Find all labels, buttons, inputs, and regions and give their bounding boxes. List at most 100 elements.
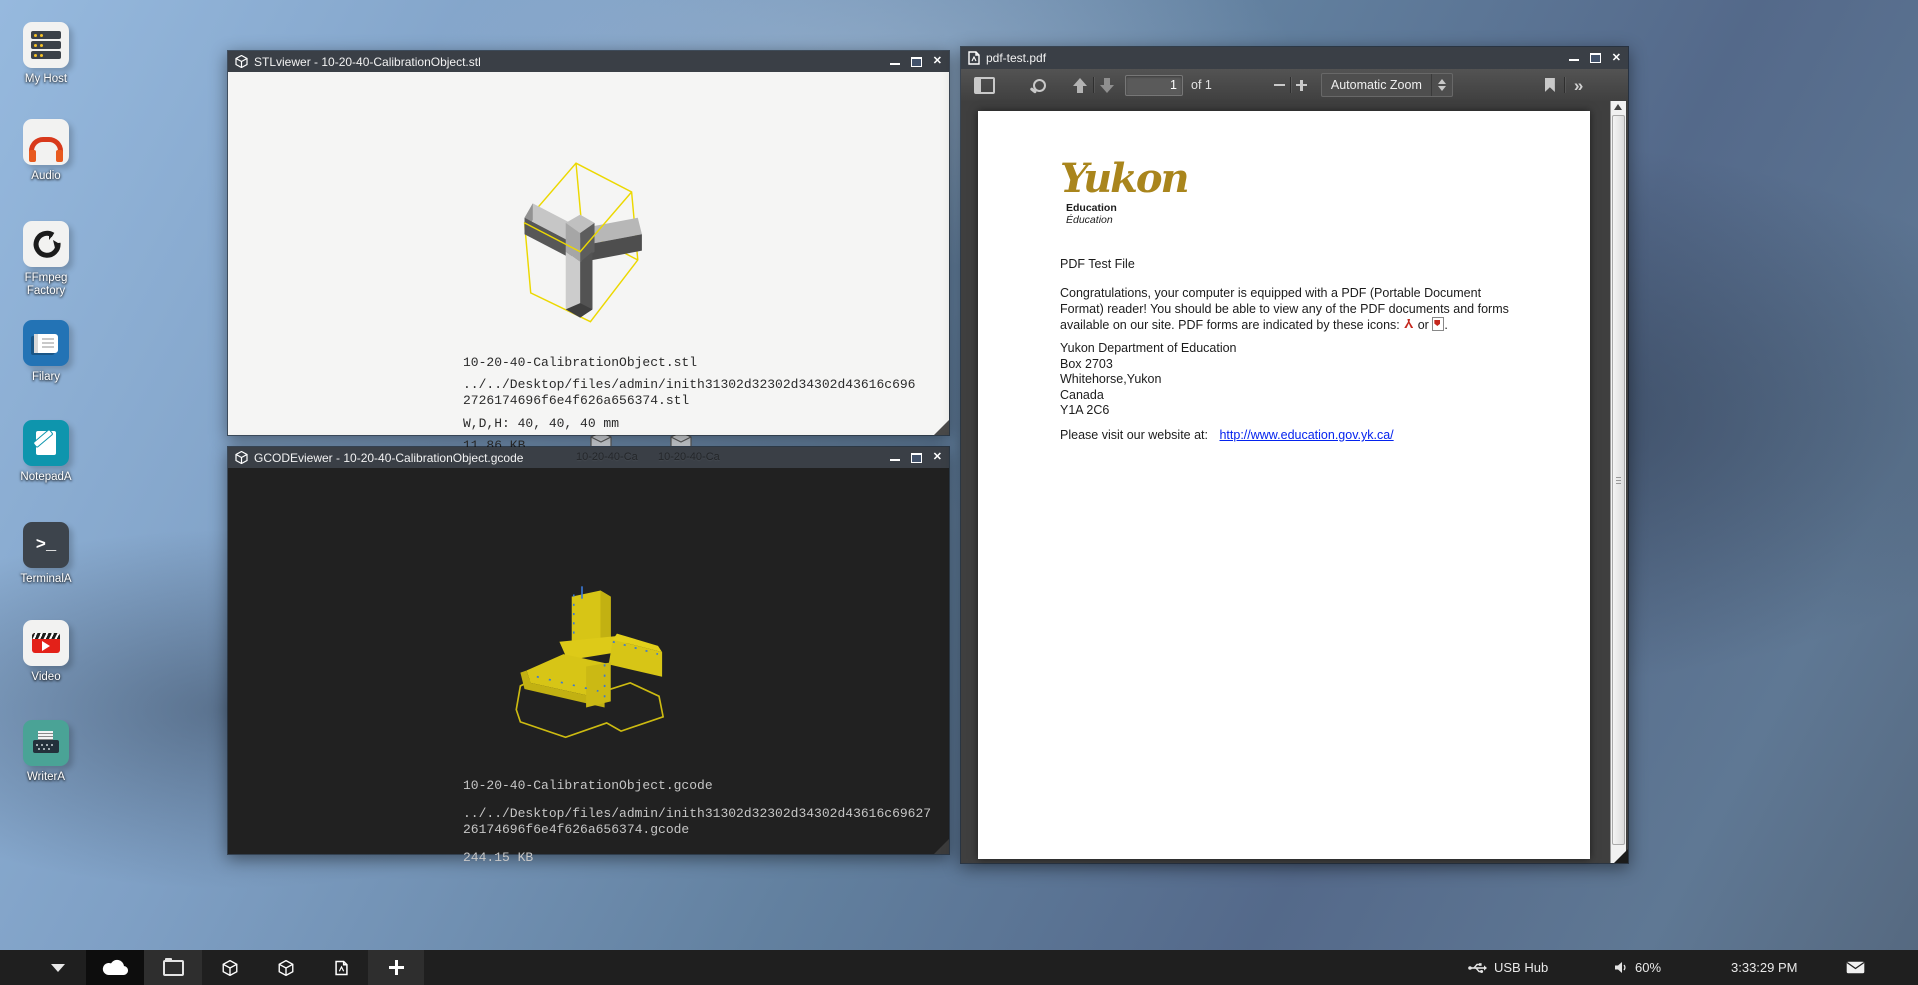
taskbar-gcodeviewer-button[interactable]: [258, 950, 314, 985]
address-line: Canada: [1060, 388, 1237, 404]
gcode-filesize: 244.15 KB: [463, 850, 533, 865]
taskbar-stlviewer-button[interactable]: [202, 950, 258, 985]
stlviewer-titlebar[interactable]: STLviewer - 10-20-40-CalibrationObject.s…: [228, 51, 949, 72]
search-icon[interactable]: [1033, 79, 1046, 92]
minimize-icon[interactable]: [1569, 59, 1579, 61]
pdf-page: Yukon Education Éducation PDF Test File …: [978, 111, 1590, 859]
zoom-select[interactable]: Automatic Zoom: [1321, 73, 1453, 97]
taskbar-add-button[interactable]: [368, 950, 424, 985]
stl-viewport[interactable]: 10-20-40-CalibrationObject.stl ../../Des…: [228, 72, 949, 435]
desktop-icon-label: NotepadA: [18, 471, 74, 484]
zoom-out-icon[interactable]: [1274, 84, 1285, 87]
desktop-icon-terminala[interactable]: TerminalA: [18, 522, 74, 586]
close-icon[interactable]: [933, 452, 942, 463]
desktop-icon-ffmpeg-factory[interactable]: FFmpeg Factory: [18, 221, 74, 298]
desktop: My Host Audio FFmpeg Factory Filary Note…: [0, 0, 1918, 985]
page-up-icon[interactable]: [1072, 77, 1088, 94]
window-title: STLviewer - 10-20-40-CalibrationObject.s…: [254, 55, 876, 69]
taskbar: USB Hub 60% 3:33:29 PM: [0, 950, 1918, 985]
volume-status[interactable]: 60%: [1614, 950, 1661, 985]
yukon-logo: Yukon Education Éducation: [1060, 159, 1188, 226]
page-number-input[interactable]: 1: [1125, 75, 1183, 96]
maximize-icon[interactable]: [911, 57, 922, 67]
resize-grip[interactable]: [934, 839, 949, 854]
paragraph-text: or: [1418, 318, 1429, 332]
desktop-icon-notepada[interactable]: NotepadA: [18, 420, 74, 484]
cube-icon: [235, 451, 248, 464]
desktop-icon-label: FFmpeg Factory: [18, 272, 74, 298]
resize-grip[interactable]: [1614, 849, 1628, 863]
gcode-path-line2: 26174696f6e4f626a656374.gcode: [463, 822, 689, 837]
page-count-label: of 1: [1191, 78, 1212, 92]
gcode-viewport[interactable]: 10-20-40-CalibrationObject.gcode ../../D…: [228, 468, 949, 854]
pdf-window: pdf-test.pdf 1 of 1 Automatic Zoo: [960, 46, 1629, 864]
select-arrows-icon: [1431, 74, 1452, 96]
address-line: Yukon Department of Education: [1060, 341, 1237, 357]
desktop-icon-my-host[interactable]: My Host: [18, 22, 74, 86]
desktop-icon-label: Video: [18, 671, 74, 684]
zoom-in-icon[interactable]: [1296, 80, 1307, 91]
desktop-icon-video[interactable]: Video: [18, 620, 74, 684]
taskbar-cloud-button[interactable]: [86, 950, 144, 985]
resize-grip[interactable]: [934, 420, 949, 435]
clapperboard-play-icon: [23, 620, 69, 666]
gcodeviewer-titlebar[interactable]: GCODEviewer - 10-20-40-CalibrationObject…: [228, 447, 949, 468]
maximize-icon[interactable]: [911, 453, 922, 463]
volume-label: 60%: [1635, 960, 1661, 975]
gcode-path-line1: ../../Desktop/files/admin/inith31302d323…: [463, 806, 931, 821]
clock[interactable]: 3:33:29 PM: [1731, 950, 1798, 985]
website-link[interactable]: http://www.education.gov.yk.ca/: [1219, 428, 1393, 442]
cube-icon: [235, 55, 248, 68]
headphones-icon: [23, 119, 69, 165]
folder-icon: [163, 960, 184, 976]
vertical-scrollbar[interactable]: [1610, 101, 1626, 863]
scroll-up-icon[interactable]: [1614, 104, 1622, 110]
pdf-heading: PDF Test File: [1060, 257, 1135, 273]
minimize-icon[interactable]: [890, 459, 900, 461]
desktop-icon-label: My Host: [18, 73, 74, 86]
stl-filename: 10-20-40-CalibrationObject.stl: [463, 355, 697, 370]
pdf-content-area[interactable]: Yukon Education Éducation PDF Test File …: [961, 101, 1628, 863]
desktop-icon-writera[interactable]: WriterA: [18, 720, 74, 784]
clock-label: 3:33:29 PM: [1731, 960, 1798, 975]
close-icon[interactable]: [933, 56, 942, 67]
book-icon: [23, 320, 69, 366]
pdf-toolbar: 1 of 1 Automatic Zoom: [961, 69, 1628, 102]
sidebar-toggle-icon[interactable]: [974, 77, 995, 94]
more-tools-icon[interactable]: [1574, 77, 1583, 94]
window-title: GCODEviewer - 10-20-40-CalibrationObject…: [254, 451, 876, 465]
window-title: pdf-test.pdf: [986, 51, 1555, 65]
close-icon[interactable]: [1612, 53, 1621, 64]
usb-status[interactable]: USB Hub: [1468, 950, 1548, 985]
desktop-icon-label: WriterA: [18, 771, 74, 784]
taskbar-files-button[interactable]: [144, 950, 202, 985]
mail-status[interactable]: [1846, 950, 1865, 985]
recycle-arrows-icon: [23, 221, 69, 267]
page-down-icon[interactable]: [1099, 77, 1115, 94]
occluded-file-label: 10-20-40-Ca: [576, 451, 638, 463]
gcodeviewer-window: GCODEviewer - 10-20-40-CalibrationObject…: [227, 446, 950, 855]
gcode-filename: 10-20-40-CalibrationObject.gcode: [463, 778, 713, 793]
cube-icon: [222, 960, 238, 976]
stl-dimensions: W,D,H: 40, 40, 40 mm: [463, 416, 619, 431]
pdf-doc-icon: [968, 51, 980, 65]
desktop-icon-audio[interactable]: Audio: [18, 119, 74, 183]
stl-path-line2: 2726174696f6e4f626a656374.stl: [463, 393, 689, 408]
typewriter-icon: [23, 720, 69, 766]
desktop-icon-filary[interactable]: Filary: [18, 320, 74, 384]
pdf-titlebar[interactable]: pdf-test.pdf: [961, 47, 1628, 69]
minimize-icon[interactable]: [890, 63, 900, 65]
taskbar-menu-button[interactable]: [30, 950, 86, 985]
bookmark-icon[interactable]: [1545, 78, 1555, 92]
stl-3d-model: [483, 157, 668, 332]
desktop-icon-label: Audio: [18, 170, 74, 183]
maximize-icon[interactable]: [1590, 53, 1601, 63]
pdf-paragraph: Congratulations, your computer is equipp…: [1060, 286, 1525, 334]
adobe-reader-icon: [1403, 319, 1414, 330]
usb-label: USB Hub: [1494, 960, 1548, 975]
note-pen-icon: [23, 420, 69, 466]
mail-icon: [1846, 961, 1865, 974]
cube-icon: [278, 960, 294, 976]
taskbar-pdf-button[interactable]: [314, 950, 368, 985]
scrollbar-thumb[interactable]: [1612, 115, 1625, 845]
